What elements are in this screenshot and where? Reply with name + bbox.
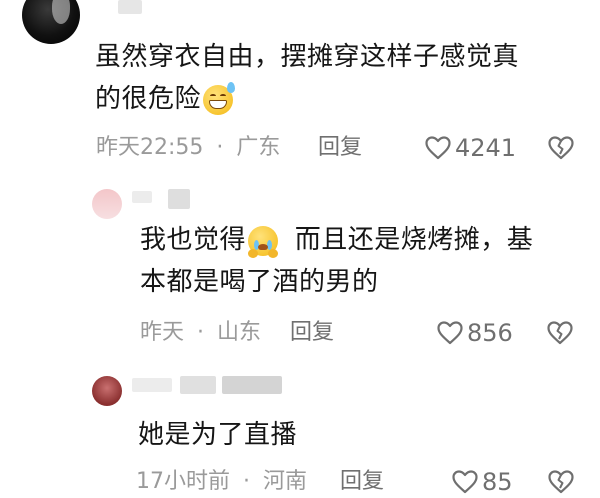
comment-text: 虽然穿衣自由，摆摊穿这样子感觉真 的很危险 bbox=[95, 36, 585, 120]
comment-text-line: 本都是喝了酒的男的 bbox=[140, 267, 379, 297]
location: 山东 bbox=[217, 320, 262, 345]
reply-button[interactable]: 回复 bbox=[340, 468, 384, 496]
broken-heart-outline-icon[interactable] bbox=[548, 470, 574, 494]
avatar[interactable] bbox=[22, 0, 80, 44]
username-redacted bbox=[132, 191, 152, 203]
timestamp: 17小时前 bbox=[136, 469, 230, 494]
comment-meta: 昨天22:55 · 广东 bbox=[96, 134, 280, 162]
comment-text: 我也觉得 而且还是烧烤摊，基 本都是喝了酒的男的 bbox=[140, 219, 590, 303]
comment-meta: 昨天 · 山东 bbox=[140, 319, 261, 347]
comment-text-line: 她是为了直播 bbox=[138, 420, 298, 450]
broken-heart-outline-icon[interactable] bbox=[548, 136, 574, 160]
location: 广东 bbox=[236, 135, 281, 160]
grimacing-sweat-emoji bbox=[203, 81, 236, 115]
comment-text-line: 的很危险 bbox=[95, 78, 585, 120]
crying-pleading-emoji bbox=[248, 225, 279, 258]
like-count: 4241 bbox=[455, 134, 517, 162]
username-redacted bbox=[180, 376, 216, 394]
broken-heart-outline-icon[interactable] bbox=[547, 321, 573, 345]
comment-1: 虽然穿衣自由，摆摊穿这样子感觉真 的很危险 昨天22:55 · 广东 回复 42… bbox=[0, 0, 600, 175]
like-count: 856 bbox=[467, 319, 513, 347]
avatar[interactable] bbox=[92, 376, 122, 406]
reply-button[interactable]: 回复 bbox=[290, 319, 334, 347]
avatar[interactable] bbox=[92, 189, 122, 219]
reply-button[interactable]: 回复 bbox=[318, 134, 362, 162]
like-count: 85 bbox=[482, 468, 513, 496]
comment-2: 我也觉得 而且还是烧烤摊，基 本都是喝了酒的男的 昨天 · 山东 回复 856 bbox=[0, 175, 600, 360]
username-redacted bbox=[118, 0, 142, 14]
heart-outline-icon bbox=[452, 470, 478, 494]
heart-outline-icon bbox=[425, 136, 451, 160]
comment-text-line: 我也觉得 而且还是烧烤摊，基 bbox=[140, 219, 590, 261]
username-redacted bbox=[222, 376, 282, 394]
like-button[interactable]: 4241 bbox=[425, 134, 516, 162]
timestamp: 昨天22:55 bbox=[96, 135, 204, 160]
username-redacted bbox=[132, 378, 172, 392]
separator: · bbox=[197, 320, 205, 345]
comment-3: 她是为了直播 17小时前 · 河南 回复 85 bbox=[0, 360, 600, 498]
timestamp: 昨天 bbox=[140, 320, 185, 345]
comment-meta: 17小时前 · 河南 bbox=[136, 468, 307, 496]
heart-outline-icon bbox=[437, 321, 463, 345]
location: 河南 bbox=[263, 469, 308, 494]
like-button[interactable]: 856 bbox=[437, 319, 513, 347]
comment-text: 她是为了直播 bbox=[138, 414, 588, 456]
username-redacted bbox=[168, 189, 190, 209]
separator: · bbox=[216, 135, 224, 160]
like-button[interactable]: 85 bbox=[452, 468, 513, 496]
comment-text-line: 虽然穿衣自由，摆摊穿这样子感觉真 bbox=[95, 42, 520, 72]
separator: · bbox=[243, 469, 250, 494]
